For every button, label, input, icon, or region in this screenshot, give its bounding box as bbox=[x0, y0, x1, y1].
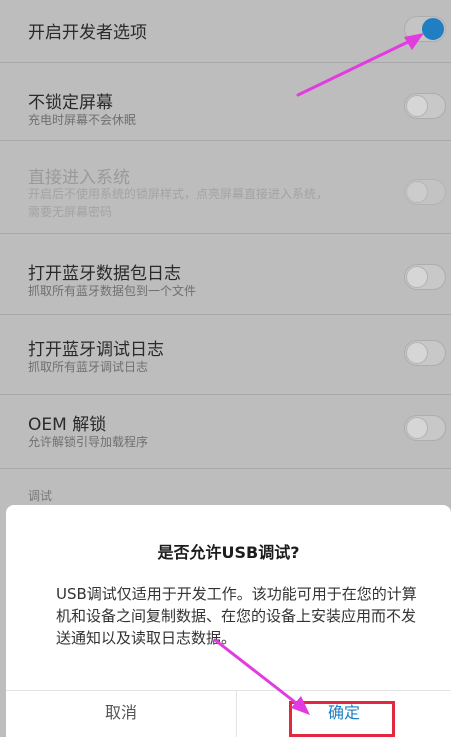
direct-enter-subtitle-line1: 开启后不使用系统的锁屏样式，点亮屏幕直接进入系统， bbox=[28, 187, 329, 201]
row-bt-debug-log[interactable]: 打开蓝牙调试日志 抓取所有蓝牙调试日志 bbox=[0, 315, 451, 394]
row-bt-hci-log[interactable]: 打开蓝牙数据包日志 抓取所有蓝牙数据包到一个文件 bbox=[0, 234, 451, 314]
direct-enter-subtitle-line2: 需要无屏幕密码 bbox=[28, 205, 113, 219]
section-label-debugging: 调试 bbox=[28, 489, 53, 503]
dialog-title: 是否允许USB调试? bbox=[157, 543, 300, 562]
bt-hci-log-title: 打开蓝牙数据包日志 bbox=[28, 264, 181, 284]
bt-debug-log-subtitle: 抓取所有蓝牙调试日志 bbox=[28, 360, 149, 374]
row-developer-options[interactable]: 开启开发者选项 bbox=[0, 0, 451, 62]
dialog-message: USB调试仅适用于开发工作。该功能可用于在您的计算机和设备之间复制数据、在您的设… bbox=[56, 585, 417, 647]
developer-options-title: 开启开发者选项 bbox=[28, 23, 147, 43]
toggle-knob bbox=[406, 181, 428, 203]
stay-awake-title: 不锁定屏幕 bbox=[28, 93, 113, 113]
toggle-knob bbox=[406, 417, 428, 439]
bt-debug-log-toggle[interactable] bbox=[404, 340, 446, 366]
developer-options-toggle[interactable] bbox=[404, 16, 446, 42]
stay-awake-toggle[interactable] bbox=[404, 93, 446, 119]
direct-enter-toggle bbox=[404, 179, 446, 205]
bt-debug-log-title: 打开蓝牙调试日志 bbox=[28, 340, 164, 360]
row-stay-awake[interactable]: 不锁定屏幕 充电时屏幕不会休眠 bbox=[0, 63, 451, 140]
confirm-button[interactable]: 确定 bbox=[237, 691, 451, 737]
row-direct-enter-system: 直接进入系统 开启后不使用系统的锁屏样式，点亮屏幕直接进入系统， 需要无屏幕密码 bbox=[0, 141, 451, 233]
bt-hci-log-subtitle: 抓取所有蓝牙数据包到一个文件 bbox=[28, 284, 197, 298]
stay-awake-subtitle: 充电时屏幕不会休眠 bbox=[28, 113, 137, 127]
toggle-knob bbox=[406, 342, 428, 364]
bt-hci-log-toggle[interactable] bbox=[404, 264, 446, 290]
toggle-knob bbox=[422, 18, 444, 40]
oem-unlock-toggle[interactable] bbox=[404, 415, 446, 441]
toggle-knob bbox=[406, 266, 428, 288]
cancel-button[interactable]: 取消 bbox=[6, 691, 236, 737]
usb-debugging-dialog: 是否允许USB调试? USB调试仅适用于开发工作。该功能可用于在您的计算机和设备… bbox=[6, 505, 451, 737]
toggle-knob bbox=[406, 95, 428, 117]
oem-unlock-subtitle: 允许解锁引导加载程序 bbox=[28, 435, 149, 449]
divider bbox=[0, 468, 451, 469]
row-oem-unlock[interactable]: OEM 解锁 允许解锁引导加载程序 bbox=[0, 395, 451, 468]
oem-unlock-title: OEM 解锁 bbox=[28, 415, 107, 435]
